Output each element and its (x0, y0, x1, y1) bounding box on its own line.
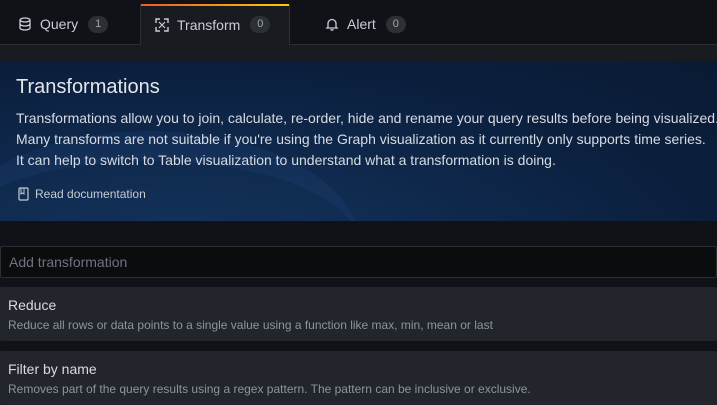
add-transformation-input[interactable] (0, 246, 717, 278)
tab-alert-count: 0 (385, 15, 406, 33)
tab-transform[interactable]: Transform 0 (140, 4, 290, 45)
transform-icon (155, 17, 169, 32)
transformation-title: Filter by name (8, 361, 97, 377)
tab-transform-count: 0 (250, 16, 271, 33)
transformation-card-filter-by-name[interactable]: Filter by name Removes part of the query… (0, 351, 717, 405)
tab-query[interactable]: Query 1 (18, 4, 109, 44)
query-tabs-bar: Query 1 Transform 0 Alert 0 (0, 0, 717, 45)
transformations-info-banner: Transformations Transformations allow yo… (0, 61, 717, 221)
read-documentation-link[interactable]: Read documentation (18, 187, 146, 201)
transformation-description: Reduce all rows or data points to a sing… (8, 318, 493, 332)
database-icon (18, 17, 32, 31)
banner-description: Transformations allow you to join, calcu… (16, 108, 717, 171)
tab-query-count: 1 (88, 15, 109, 33)
tab-alert-label: Alert (347, 16, 376, 32)
transformation-card-reduce[interactable]: Reduce Reduce all rows or data points to… (0, 287, 717, 341)
banner-line-3: It can help to switch to Table visualiza… (16, 152, 556, 168)
tab-alert[interactable]: Alert 0 (325, 4, 406, 44)
transformation-title: Reduce (8, 297, 57, 313)
tab-content-divider (0, 45, 717, 61)
banner-line-2: Many transforms are not suitable if you'… (16, 131, 706, 147)
banner-line-1: Transformations allow you to join, calcu… (16, 110, 717, 126)
banner-title: Transformations (16, 76, 160, 98)
transformation-description: Removes part of the query results using … (8, 382, 531, 396)
tab-query-label: Query (40, 16, 79, 32)
bell-icon (325, 17, 339, 31)
read-documentation-label: Read documentation (35, 187, 146, 201)
tab-transform-label: Transform (177, 16, 241, 33)
book-icon (18, 187, 29, 201)
